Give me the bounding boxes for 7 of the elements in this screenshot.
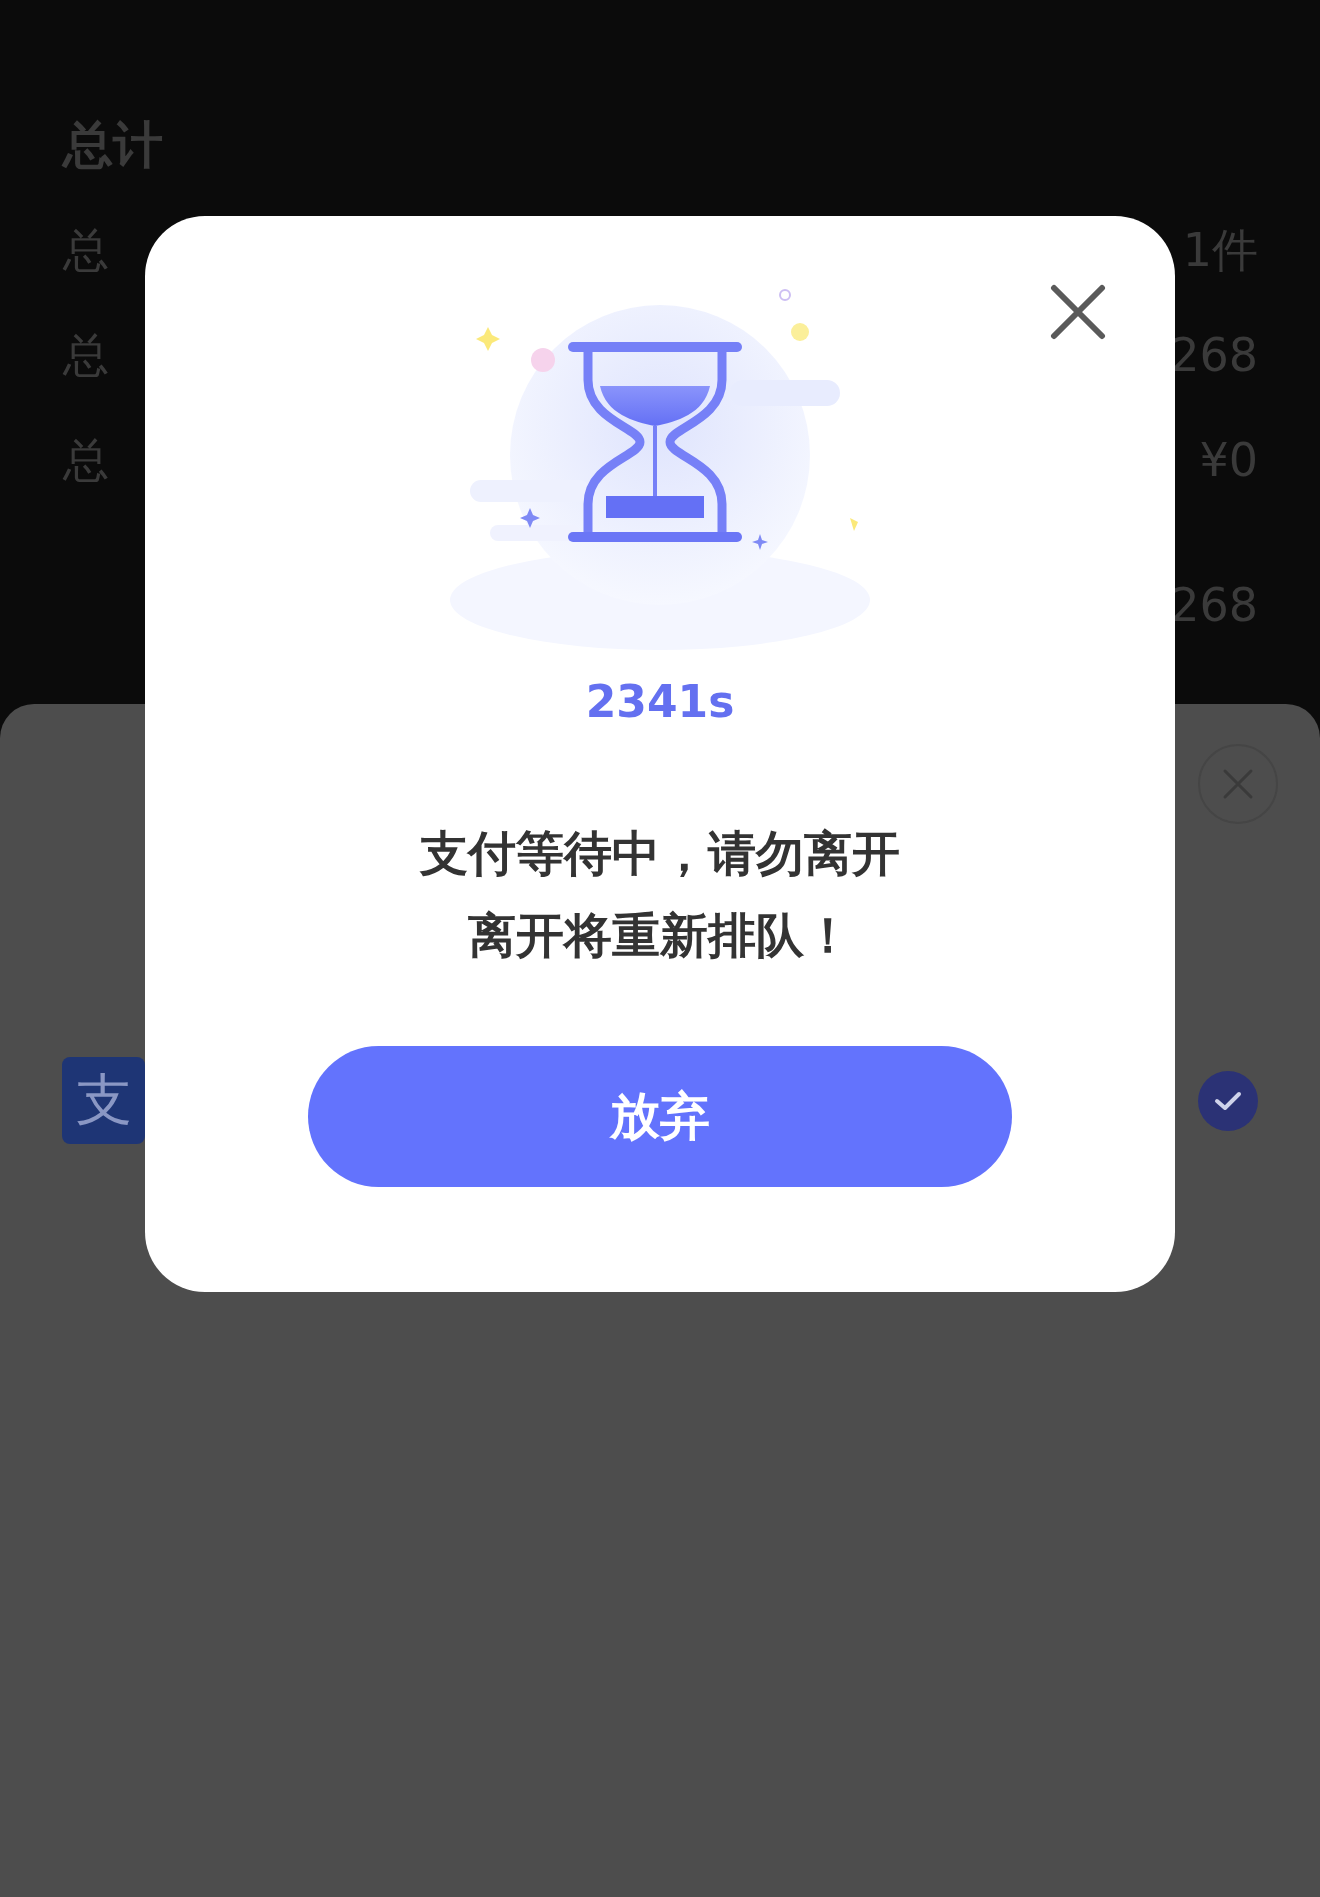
close-icon — [1050, 284, 1106, 340]
countdown-timer: 2341s — [585, 675, 735, 729]
payment-logo: 支 — [62, 1057, 145, 1144]
close-button[interactable] — [1050, 284, 1106, 340]
wait-message: 支付等待中，请勿离开 — [420, 824, 900, 883]
wait-message: 离开将重新排队！ — [468, 906, 852, 965]
give-up-button[interactable]: 放弃 — [308, 1046, 1012, 1187]
